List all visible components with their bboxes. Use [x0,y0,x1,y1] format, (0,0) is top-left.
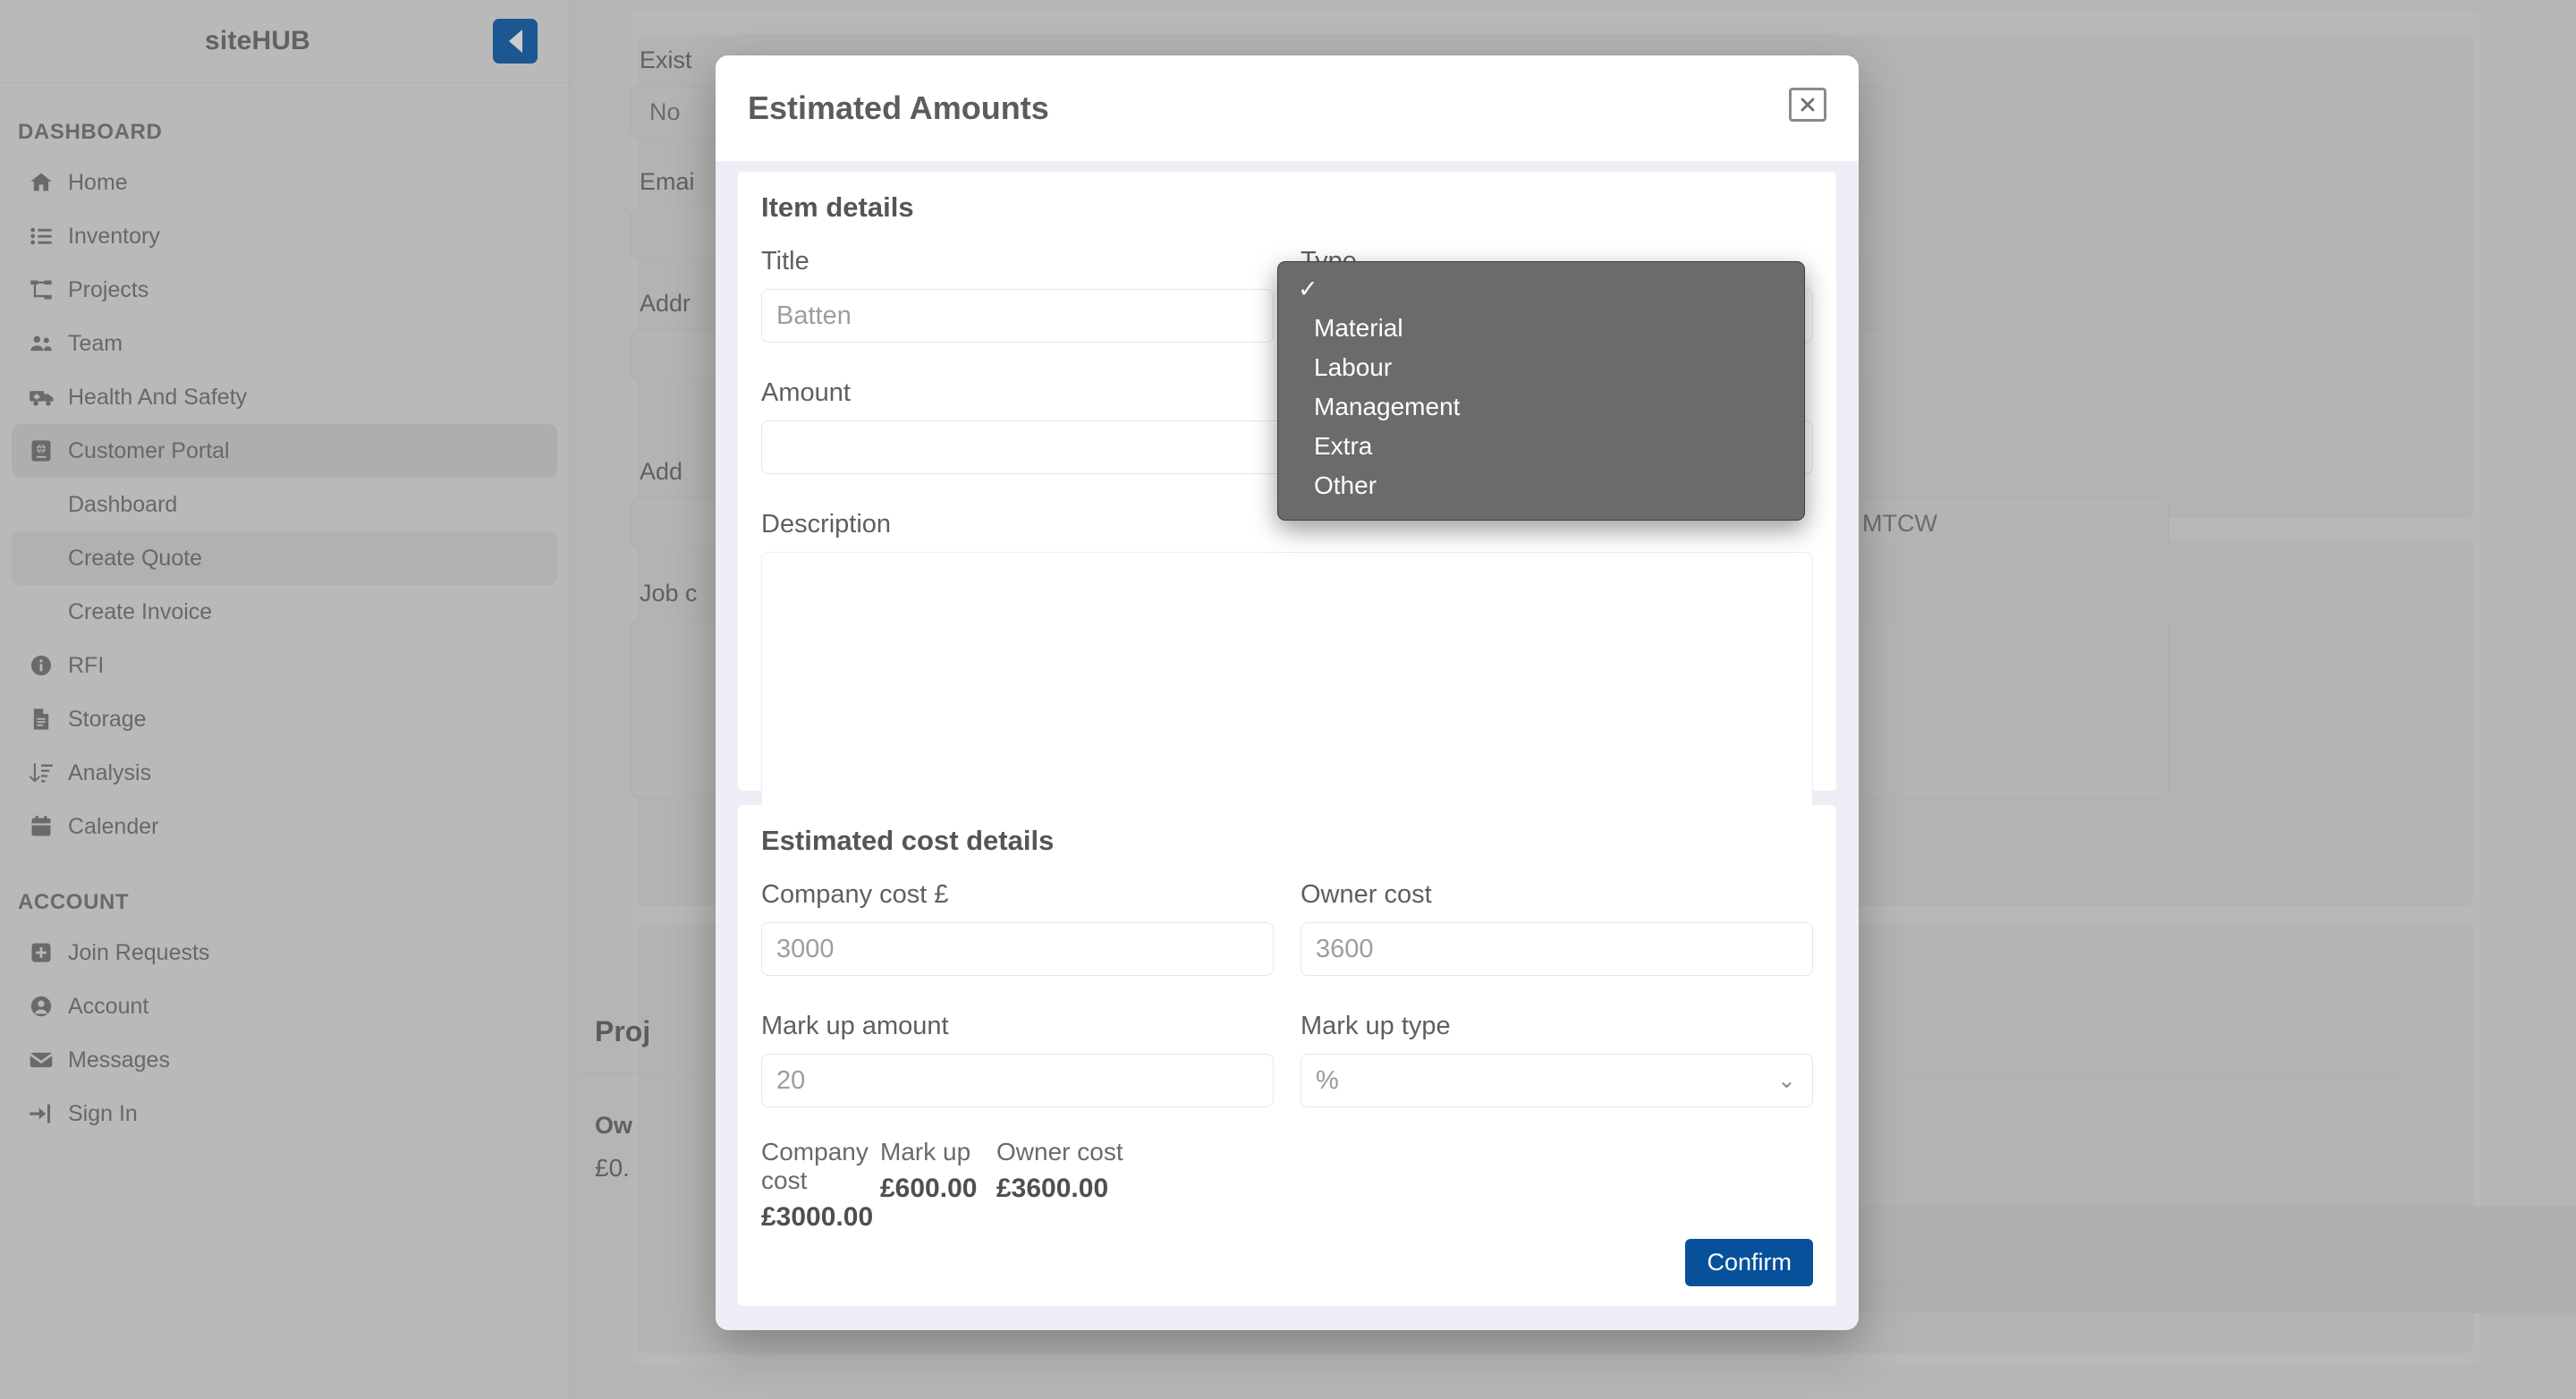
type-option-blank[interactable]: ✓ [1278,269,1804,309]
summary-owner-cost: Owner cost £3600.00 [996,1138,1175,1233]
estimated-amounts-modal: Estimated Amounts Item details Title Typ… [716,55,1859,1330]
type-option-label: Extra [1314,432,1373,460]
description-textarea[interactable] [761,552,1813,813]
type-option-label: Material [1314,314,1403,342]
summary-company-cost: Company cost £3000.00 [761,1138,880,1233]
cost-summary: Company cost £3000.00 Mark up £600.00 Ow… [761,1138,1813,1233]
company-cost-input[interactable] [761,922,1274,976]
summary-value: £3600.00 [996,1174,1109,1203]
title-label: Title [761,247,809,276]
type-option-label: Labour [1314,353,1393,381]
confirm-button[interactable]: Confirm [1685,1239,1813,1286]
owner-cost-label: Owner cost [1301,880,1432,909]
chevron-down-icon: ⌄ [1777,1068,1796,1093]
close-icon[interactable] [1789,88,1826,122]
summary-label: Owner cost [996,1138,1123,1166]
type-option-extra[interactable]: Extra [1278,427,1804,466]
type-dropdown-popup: ✓ Material Labour Management Extra Other [1277,261,1805,521]
description-field-group: Description [761,510,1813,818]
markup-amount-label: Mark up amount [761,1012,949,1040]
summary-label: Company cost [761,1138,869,1194]
estimated-cost-details-section: Estimated cost details Company cost £ Ow… [738,805,1836,1306]
type-option-management[interactable]: Management [1278,387,1804,427]
type-option-labour[interactable]: Labour [1278,348,1804,387]
type-option-material[interactable]: Material [1278,309,1804,348]
summary-value: £3000.00 [761,1202,874,1232]
summary-mark-up: Mark up £600.00 [880,1138,996,1233]
markup-type-field-group: Mark up type % ⌄ [1301,1012,1813,1107]
markup-type-value: % [1316,1065,1339,1095]
modal-title: Estimated Amounts [748,89,1049,126]
type-option-label: Management [1314,393,1461,420]
modal-header: Estimated Amounts [716,55,1859,161]
company-cost-field-group: Company cost £ [761,880,1274,976]
title-field-group: Title [761,247,1274,343]
markup-type-select[interactable]: % ⌄ [1301,1054,1813,1107]
markup-amount-field-group: Mark up amount [761,1012,1274,1107]
company-cost-label: Company cost £ [761,880,949,909]
item-details-title: Item details [761,191,914,223]
markup-amount-input[interactable] [761,1054,1274,1107]
title-input[interactable] [761,289,1274,343]
owner-cost-input[interactable] [1301,922,1813,976]
summary-label: Mark up [880,1138,971,1166]
check-icon: ✓ [1298,275,1318,302]
type-option-label: Other [1314,471,1377,499]
summary-value: £600.00 [880,1174,978,1203]
owner-cost-field-group: Owner cost [1301,880,1813,976]
cost-details-title: Estimated cost details [761,825,1055,856]
type-option-other[interactable]: Other [1278,466,1804,505]
markup-type-label: Mark up type [1301,1012,1451,1040]
